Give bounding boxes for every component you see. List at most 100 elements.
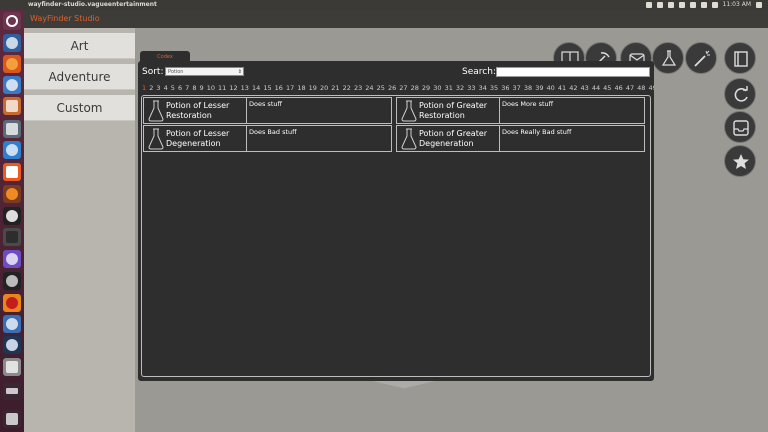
crossover-icon[interactable] <box>3 294 21 312</box>
page-link[interactable]: 8 <box>192 84 196 94</box>
app-store-icon[interactable] <box>3 315 21 333</box>
entry-description: Does More stuff <box>500 97 645 124</box>
page-link[interactable]: 20 <box>320 84 328 94</box>
browser-icon[interactable] <box>3 250 21 268</box>
category-adventure[interactable]: Adventure <box>24 64 135 90</box>
page-link[interactable]: 12 <box>229 84 237 94</box>
steam-tray-icon[interactable] <box>656 2 663 8</box>
page-link[interactable]: 42 <box>569 84 577 94</box>
firefox-icon[interactable] <box>3 55 21 73</box>
page-link[interactable]: 30 <box>433 84 441 94</box>
page-link[interactable]: 21 <box>331 84 339 94</box>
dropbox-icon[interactable] <box>645 2 652 8</box>
page-link[interactable]: 22 <box>343 84 351 94</box>
page-link[interactable]: 10 <box>207 84 215 94</box>
page-link[interactable]: 11 <box>218 84 226 94</box>
clock[interactable]: 11:03 AM <box>723 0 751 10</box>
page-link[interactable]: 39 <box>535 84 543 94</box>
page-link[interactable]: 27 <box>399 84 407 94</box>
page-link[interactable]: 24 <box>365 84 373 94</box>
gear-icon[interactable] <box>756 2 762 8</box>
page-link[interactable]: 14 <box>252 84 260 94</box>
page-link[interactable]: 32 <box>456 84 464 94</box>
file-manager-icon[interactable] <box>3 97 21 115</box>
page-link[interactable]: 19 <box>309 84 317 94</box>
volume-icon[interactable] <box>711 2 718 8</box>
files-icon[interactable] <box>3 34 21 52</box>
page-link[interactable]: 25 <box>377 84 385 94</box>
page-link[interactable]: 1 <box>142 84 146 94</box>
category-custom[interactable]: Custom <box>24 95 135 121</box>
page-link[interactable]: 17 <box>286 84 294 94</box>
page-link[interactable]: 29 <box>422 84 430 94</box>
category-art[interactable]: Art <box>24 33 135 59</box>
entry-name-cell: Potion of Lesser Degeneration <box>143 125 247 152</box>
page-link[interactable]: 5 <box>171 84 175 94</box>
software-center-icon[interactable] <box>3 163 21 181</box>
cloud-icon[interactable] <box>3 141 21 159</box>
trash-icon[interactable] <box>3 410 21 428</box>
entry-name: Potion of Lesser Restoration <box>166 101 229 120</box>
page-link[interactable]: 37 <box>513 84 521 94</box>
bluetooth-icon[interactable] <box>689 2 696 8</box>
keyboard-icon[interactable] <box>678 2 685 8</box>
page-link[interactable]: 35 <box>490 84 498 94</box>
page-link[interactable]: 23 <box>354 84 362 94</box>
page-link[interactable]: 26 <box>388 84 396 94</box>
codex-book-icon[interactable] <box>724 42 756 74</box>
entry-name-line2: Degeneration <box>166 138 221 148</box>
page-link[interactable]: 47 <box>626 84 634 94</box>
page-link[interactable]: 7 <box>185 84 189 94</box>
mail-icon[interactable] <box>700 2 707 8</box>
page-link[interactable]: 2 <box>149 84 153 94</box>
dash-home-icon[interactable] <box>3 12 21 30</box>
steam-icon[interactable] <box>3 336 21 354</box>
page-link[interactable]: 40 <box>547 84 555 94</box>
page-link[interactable]: 15 <box>263 84 271 94</box>
codex-entry[interactable]: Potion of Greater Restoration Does More s… <box>396 97 645 124</box>
inbox-icon[interactable] <box>724 111 756 143</box>
refresh-icon[interactable] <box>724 78 756 110</box>
system-top-bar: wayfinder-studio.vagueentertainment 11:0… <box>0 0 768 10</box>
clock-app-icon[interactable] <box>3 207 21 225</box>
entry-name-line2: Degeneration <box>419 138 474 148</box>
page-link[interactable]: 28 <box>411 84 419 94</box>
page-link[interactable]: 46 <box>615 84 623 94</box>
search-label: Search: <box>462 67 496 77</box>
potion-flask-icon[interactable] <box>652 42 684 74</box>
page-link[interactable]: 33 <box>467 84 475 94</box>
page-link[interactable]: 44 <box>592 84 600 94</box>
page-link[interactable]: 3 <box>156 84 160 94</box>
page-link[interactable]: 6 <box>178 84 182 94</box>
page-link[interactable]: 36 <box>501 84 509 94</box>
network-icon[interactable] <box>667 2 674 8</box>
page-link[interactable]: 38 <box>524 84 532 94</box>
magic-wand-icon[interactable] <box>685 42 717 74</box>
codex-entry[interactable]: Potion of Lesser Restoration Does stuff <box>143 97 392 124</box>
sort-select[interactable]: Potion ⇕ <box>165 67 244 76</box>
page-link[interactable]: 43 <box>581 84 589 94</box>
page-link[interactable]: 13 <box>241 84 249 94</box>
page-link[interactable]: 31 <box>445 84 453 94</box>
page-link[interactable]: 49 <box>648 84 654 94</box>
blender-icon[interactable] <box>3 185 21 203</box>
page-link[interactable]: 41 <box>558 84 566 94</box>
system-monitor-icon[interactable] <box>3 120 21 138</box>
codex-entry[interactable]: Potion of Lesser Degeneration Does Bad st… <box>143 125 392 152</box>
page-link[interactable]: 4 <box>164 84 168 94</box>
search-input[interactable] <box>496 67 650 77</box>
wayfinder-app-icon[interactable] <box>3 358 21 376</box>
star-icon[interactable] <box>724 145 756 177</box>
page-link[interactable]: 34 <box>479 84 487 94</box>
page-link[interactable]: 9 <box>200 84 204 94</box>
terminal-icon[interactable] <box>3 228 21 246</box>
page-link[interactable]: 16 <box>275 84 283 94</box>
writer-icon[interactable] <box>3 76 21 94</box>
page-link[interactable]: 18 <box>297 84 305 94</box>
codex-entry[interactable]: Potion of Greater Degeneration Does Reall… <box>396 125 645 152</box>
page-link[interactable]: 48 <box>637 84 645 94</box>
unity-icon[interactable] <box>3 272 21 290</box>
sort-select-value: Potion <box>168 69 184 75</box>
drive-icon[interactable] <box>3 382 21 400</box>
page-link[interactable]: 45 <box>603 84 611 94</box>
